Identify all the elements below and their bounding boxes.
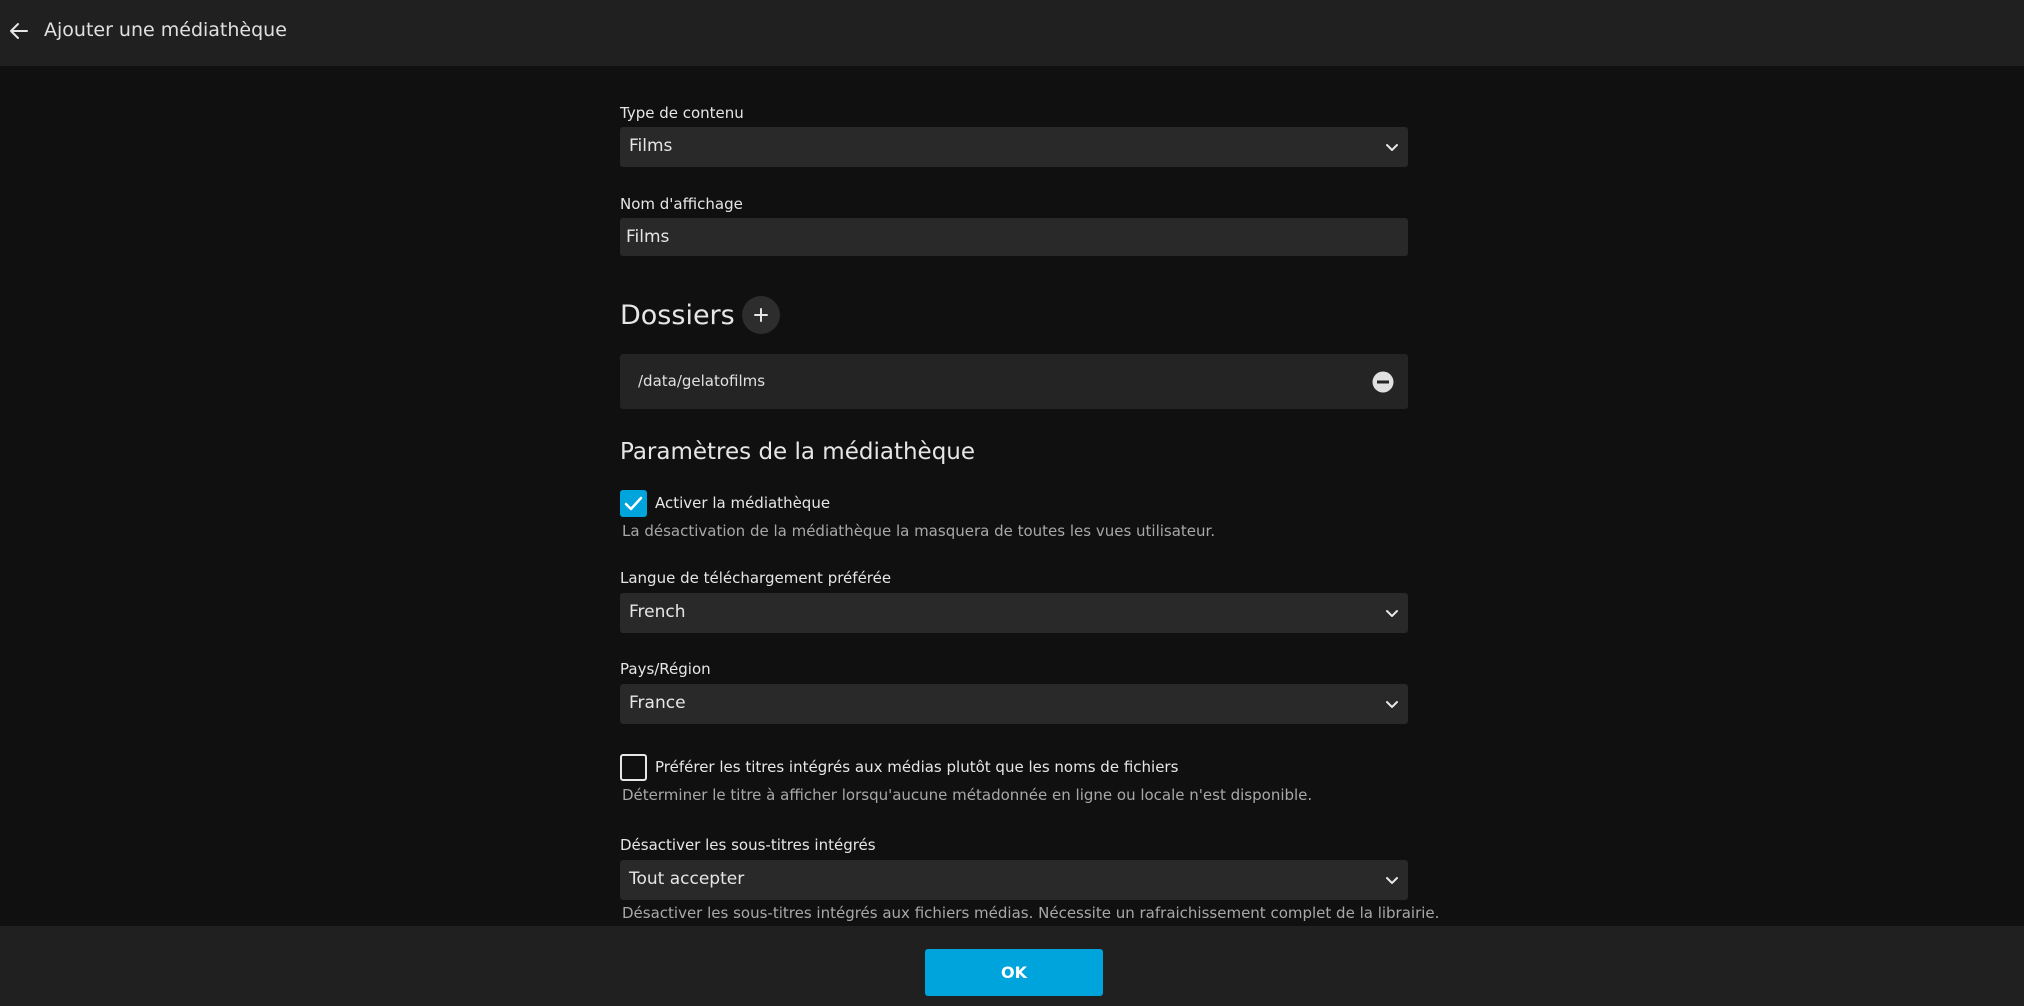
chevron-down-icon: [1386, 610, 1398, 617]
content-type-label: Type de contenu: [620, 104, 744, 122]
prefer-embedded-titles-checkbox[interactable]: [620, 754, 647, 781]
language-label: Langue de téléchargement préférée: [620, 569, 892, 587]
display-name-input[interactable]: [620, 218, 1408, 256]
disable-subtitles-select[interactable]: Tout accepter: [620, 860, 1408, 900]
country-label: Pays/Région: [620, 660, 711, 678]
content-type-select[interactable]: Films: [620, 127, 1408, 167]
top-bar: Ajouter une médiathèque: [0, 0, 2024, 66]
ok-button[interactable]: OK: [925, 949, 1103, 996]
content-type-value: Films: [629, 136, 673, 156]
folders-title: Dossiers: [620, 300, 735, 331]
display-name-label: Nom d'affichage: [620, 195, 743, 213]
country-select[interactable]: France: [620, 684, 1408, 724]
plus-icon: [754, 308, 768, 322]
enable-library-label: Activer la médiathèque: [655, 494, 831, 512]
chevron-down-icon: [1386, 701, 1398, 708]
language-select[interactable]: French: [620, 593, 1408, 633]
arrow-left-icon: [10, 23, 28, 39]
back-button[interactable]: [4, 16, 34, 46]
enable-library-checkbox[interactable]: [620, 490, 647, 517]
library-settings-title: Paramètres de la médiathèque: [620, 439, 976, 465]
disable-subtitles-help: Désactiver les sous-titres intégrés aux …: [622, 904, 1440, 922]
prefer-embedded-titles-label: Préférer les titres intégrés aux médias …: [655, 758, 1179, 776]
country-value: France: [629, 693, 686, 713]
folder-list-item: /data/gelatofilms: [620, 354, 1408, 409]
page-title: Ajouter une médiathèque: [44, 19, 287, 41]
remove-folder-icon[interactable]: [1372, 371, 1394, 393]
add-folder-button[interactable]: [742, 296, 780, 334]
disable-subtitles-value: Tout accepter: [629, 869, 745, 889]
folder-path: /data/gelatofilms: [638, 372, 766, 390]
checkmark-icon: [624, 496, 643, 511]
enable-library-help: La désactivation de la médiathèque la ma…: [622, 522, 1216, 540]
prefer-embedded-titles-help: Déterminer le titre à afficher lorsqu'au…: [622, 786, 1313, 804]
chevron-down-icon: [1386, 877, 1398, 884]
language-value: French: [629, 602, 686, 622]
disable-subtitles-label: Désactiver les sous-titres intégrés: [620, 836, 876, 854]
chevron-down-icon: [1386, 144, 1398, 151]
footer-bar: OK: [0, 926, 2024, 1006]
